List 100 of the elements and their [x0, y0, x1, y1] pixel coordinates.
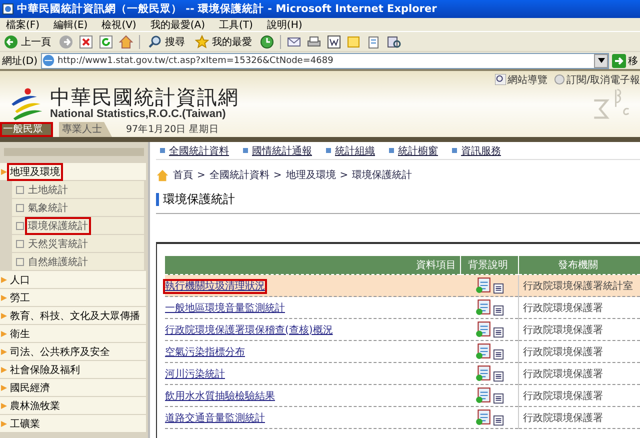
sidebar-item[interactable]: 工礦業 [0, 415, 146, 432]
sidebar-item[interactable]: 社會保險及福利 [0, 361, 146, 378]
edit-icon[interactable] [327, 34, 341, 48]
sidebar-item[interactable]: 農林漁牧業 [0, 397, 146, 414]
sidebar-item[interactable]: 勞工 [0, 289, 146, 306]
document-icon[interactable] [474, 277, 492, 294]
dropdown-button[interactable] [594, 54, 608, 68]
document-icon[interactable] [367, 34, 381, 48]
document-icon[interactable] [474, 387, 492, 404]
mail-icon[interactable] [287, 34, 301, 48]
breadcrumb-separator: > [340, 170, 348, 180]
square-icon [16, 186, 24, 194]
page-icon[interactable] [492, 371, 504, 382]
refresh-icon[interactable] [99, 34, 113, 48]
document-icon[interactable] [474, 343, 492, 360]
site-map-link[interactable]: 網站導覽 [494, 73, 548, 86]
arrow-icon [1, 348, 7, 356]
home-icon[interactable] [119, 34, 133, 48]
home-icon [156, 168, 169, 182]
square-icon [16, 240, 24, 248]
arrow-icon [1, 168, 7, 176]
menu-item[interactable]: 檢視(V) [102, 18, 136, 32]
agency-text: 行政院環境保護署 [523, 390, 603, 402]
nav-link[interactable]: 國情統計通報 [243, 144, 312, 158]
date-text: 97年1月20日 星期日 [126, 123, 220, 136]
breadcrumb-link[interactable]: 首頁 [173, 168, 193, 182]
site-subtitle: National Statistics,R.O.C.(Taiwan) [50, 108, 227, 121]
sidebar-item[interactable]: 衛生 [0, 325, 146, 342]
back-button[interactable]: 上一頁 [2, 34, 53, 48]
research-icon[interactable] [387, 34, 401, 48]
arrow-icon [1, 330, 7, 338]
item-link[interactable]: 一般地區環境音量監測統計 [165, 302, 285, 314]
stop-icon[interactable] [79, 34, 93, 48]
magnifier-icon[interactable] [494, 74, 506, 85]
go-arrow-icon[interactable] [612, 54, 626, 68]
caret-icon[interactable] [598, 58, 604, 63]
audience-tab[interactable]: 專業人士 [59, 122, 112, 137]
newsletter-link[interactable]: 訂閱/取消電子報 [554, 73, 640, 86]
menu-item[interactable]: 我的最愛(A) [150, 18, 205, 32]
agency-text: 行政院環境保護署 [523, 346, 603, 358]
page-icon[interactable] [492, 327, 504, 338]
document-icon[interactable] [474, 409, 492, 426]
go-button[interactable]: 移 [612, 54, 638, 68]
sidebar-item[interactable]: 地理及環境 [0, 163, 146, 180]
page-icon[interactable] [492, 393, 504, 404]
sidebar-subitem[interactable]: 土地統計 [12, 181, 144, 198]
breadcrumb-link[interactable]: 環境保護統計 [352, 168, 412, 182]
page-icon[interactable] [492, 415, 504, 426]
page-icon[interactable] [492, 283, 504, 294]
item-link[interactable]: 飲用水水質抽驗檢驗結果 [165, 390, 275, 402]
menu-item[interactable]: 工具(T) [219, 18, 253, 32]
item-link[interactable]: 執行機關垃圾清理狀況 [165, 280, 265, 292]
sidebar-subitem[interactable]: 氣象統計 [12, 199, 144, 216]
history-icon[interactable] [260, 34, 274, 48]
arrow-icon [1, 366, 7, 374]
arrow-icon [1, 312, 7, 320]
page-icon [2, 3, 14, 15]
star-icon[interactable] [195, 34, 209, 48]
page-icon[interactable] [492, 349, 504, 360]
menu-item[interactable]: 編輯(E) [54, 18, 88, 32]
column-header: 資料項目 [165, 256, 460, 274]
document-icon[interactable] [474, 365, 492, 382]
item-link[interactable]: 河川污染統計 [165, 368, 225, 380]
arrow-icon [1, 276, 7, 284]
document-icon[interactable] [474, 321, 492, 338]
sidebar-subitem[interactable]: 天然災害統計 [12, 235, 144, 252]
breadcrumb-link[interactable]: 全國統計資料 [209, 168, 270, 182]
search-button[interactable]: 搜尋 [146, 34, 187, 48]
item-link[interactable]: 行政院環境保護署環保稽查(查核)概況 [165, 324, 333, 336]
menu-item[interactable]: 說明(H) [266, 18, 302, 32]
item-link[interactable]: 空氣污染指標分布 [165, 346, 245, 358]
sidebar-item[interactable]: 國民經濟 [0, 379, 146, 396]
search-icon[interactable] [148, 34, 162, 48]
nav-link[interactable]: 資訊服務 [452, 144, 501, 158]
audience-tab[interactable]: 一般民眾 [0, 122, 53, 137]
item-link[interactable]: 道路交通音量監測統計 [165, 412, 265, 424]
document-icon[interactable] [474, 299, 492, 316]
nav-link[interactable]: 全國統計資料 [160, 144, 229, 158]
arrow-icon [1, 402, 7, 410]
breadcrumb-separator: > [197, 170, 206, 180]
address-field[interactable]: http://www1.stat.gov.tw/ct.asp?xItem=15326&CtNode=4689 [40, 52, 609, 68]
sidebar-item[interactable]: 司法、公共秩序及安全 [0, 343, 146, 360]
print-icon[interactable] [307, 34, 321, 48]
sidebar-item[interactable]: 人口 [0, 271, 146, 288]
arrow-icon [1, 420, 7, 428]
column-header: 發布機關 [518, 256, 640, 274]
nav-link[interactable]: 統計組織 [326, 144, 375, 158]
sidebar-item[interactable]: 教育、科技、文化及大眾傳播 [0, 307, 146, 324]
menu-item[interactable]: 檔案(F) [6, 18, 40, 32]
square-icon [16, 204, 24, 212]
back-icon[interactable] [4, 34, 18, 48]
favorites-button[interactable]: 我的最愛 [193, 34, 254, 48]
nav-link[interactable]: 統計櫥窗 [389, 144, 438, 158]
sidebar-subitem[interactable]: 環境保護統計 [12, 217, 144, 234]
window-title: 中華民國統計資訊網（一般民眾） -- 環境保護統計 - Microsoft Internet Explorer [17, 2, 437, 16]
square-icon [16, 222, 24, 230]
page-icon[interactable] [492, 305, 504, 316]
sidebar-subitem[interactable]: 自然維護統計 [12, 253, 144, 270]
breadcrumb-link[interactable]: 地理及環境 [286, 168, 336, 182]
site-title: 中華民國統計資訊網 [50, 87, 240, 108]
